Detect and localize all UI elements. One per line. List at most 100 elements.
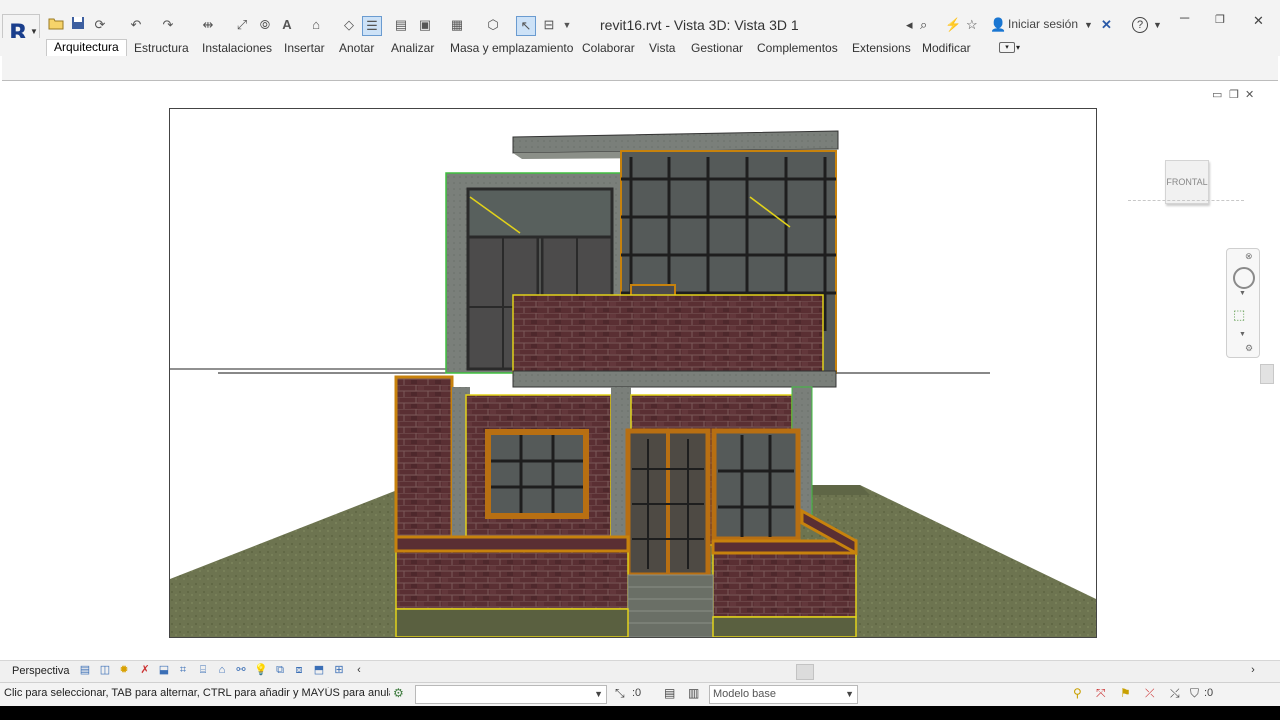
tab-modificar[interactable]: Modificar [922, 41, 971, 55]
customize-icon[interactable]: ▼ [558, 16, 576, 34]
workset-dropdown[interactable]: ▼ [415, 685, 607, 704]
ribbon-panel [2, 56, 1278, 81]
ribbon-toggle-icon[interactable]: ▾ [999, 42, 1015, 53]
star-icon[interactable]: ☆ [966, 17, 978, 33]
chevron-down-icon[interactable]: ▾ [1016, 43, 1020, 52]
chevron-down-icon[interactable]: ▼ [1239, 331, 1246, 338]
tab-vista[interactable]: Vista [649, 41, 675, 55]
navigation-bar: ⊗ ▼ ⬚ ▼ ⚙ [1226, 248, 1260, 358]
temporary-view-properties-icon[interactable]: ⧉ [273, 663, 287, 677]
view-close-button[interactable]: ✕ [1245, 88, 1254, 101]
crop-view-icon[interactable]: ⌗ [176, 663, 190, 677]
drag-elements-icon[interactable]: ⤯ [1170, 686, 1180, 701]
viewcube[interactable]: FRONTAL [1165, 160, 1209, 204]
selection-options-icon[interactable]: ⊟ [540, 16, 558, 34]
close-button[interactable]: ✕ [1253, 13, 1264, 29]
chevron-right-icon[interactable]: › [1246, 663, 1260, 677]
redo-icon[interactable]: ↷ [159, 16, 177, 34]
ribbon-tab-bar [0, 38, 1280, 56]
reveal-hidden-icon[interactable]: 💡 [254, 663, 268, 677]
shadows-icon[interactable]: ✗ [138, 663, 152, 677]
window-tile-icon[interactable]: ▦ [448, 16, 466, 34]
viewcube-compass-ring[interactable] [1128, 200, 1244, 209]
measure-icon[interactable]: ⇹ [199, 16, 217, 34]
exchange-apps-icon[interactable]: ✕ [1101, 17, 1112, 33]
analytical-model-icon[interactable]: ⬒ [312, 663, 326, 677]
filter-count: :0 [1204, 687, 1214, 699]
tab-masa-emplazamiento[interactable]: Masa y emplazamiento [450, 41, 573, 55]
tab-gestionar[interactable]: Gestionar [691, 41, 743, 55]
steering-wheel-icon[interactable] [1233, 267, 1255, 289]
communication-icon[interactable]: ⚡ [945, 17, 961, 33]
tag-icon[interactable]: ⦾ [256, 16, 274, 34]
chevron-down-icon[interactable]: ▼ [1084, 20, 1093, 30]
restore-button[interactable]: ❐ [1215, 13, 1225, 26]
view-minimize-button[interactable]: ▭ [1212, 88, 1222, 101]
filter-icon[interactable]: ⛉ [1190, 686, 1199, 701]
tab-estructura[interactable]: Estructura [134, 41, 189, 55]
tab-analizar[interactable]: Analizar [391, 41, 434, 55]
chevron-down-icon[interactable]: ▼ [1239, 290, 1246, 297]
tab-extensions[interactable]: Extensions [852, 41, 911, 55]
tab-instalaciones[interactable]: Instalaciones [202, 41, 272, 55]
switch-windows-icon[interactable]: ▣ [416, 16, 434, 34]
constraints-icon[interactable]: ⊞ [332, 663, 346, 677]
3d-view-viewport[interactable] [169, 108, 1097, 638]
editable-only-icon[interactable]: ⤡ [615, 686, 625, 701]
help-icon[interactable]: ? [1132, 17, 1148, 33]
chevron-down-icon: ▼ [845, 689, 854, 699]
house-model [170, 130, 1096, 638]
minimize-button[interactable]: ─ [1180, 10, 1189, 25]
chevron-down-icon[interactable]: ▼ [1153, 20, 1162, 30]
text-icon[interactable]: A [278, 16, 296, 34]
shape-icon[interactable]: ⬡ [484, 16, 502, 34]
tab-insertar[interactable]: Insertar [284, 41, 325, 55]
select-by-face-icon[interactable]: ⤫ [1145, 686, 1155, 701]
design-options-icon[interactable]: ▤ [664, 686, 675, 700]
view-mode-label[interactable]: Perspectiva [12, 665, 69, 677]
design-option-value: Modelo base [713, 688, 776, 700]
modify-select-icon[interactable]: ↖ [516, 16, 536, 36]
worksets-icon[interactable]: ⚙ [393, 686, 404, 700]
design-option-dropdown[interactable]: Modelo base ▼ [709, 685, 858, 704]
horizontal-scrollbar-thumb[interactable] [796, 664, 814, 680]
tab-arquitectura[interactable]: Arquitectura [46, 39, 127, 56]
close-icon[interactable]: ⊗ [1245, 251, 1253, 262]
visual-style-icon[interactable]: ◫ [98, 663, 112, 677]
chevron-left-icon[interactable]: ◂ [906, 17, 913, 33]
save-icon[interactable] [69, 16, 87, 34]
sun-path-icon[interactable]: ✹ [117, 663, 131, 677]
lock-3d-view-icon[interactable]: ⌂ [215, 663, 229, 677]
tab-anotar[interactable]: Anotar [339, 41, 374, 55]
temporary-hide-icon[interactable]: ⚯ [234, 663, 248, 677]
tab-colaborar[interactable]: Colaborar [582, 41, 635, 55]
chevron-down-icon: ▼ [30, 27, 38, 36]
open-icon[interactable] [47, 16, 65, 34]
undo-icon[interactable]: ↶ [127, 16, 145, 34]
sync-icon[interactable]: ⟳ [91, 16, 109, 34]
login-link[interactable]: Iniciar sesión [1008, 17, 1078, 31]
close-hidden-icon[interactable]: ▤ [392, 16, 410, 34]
section-icon[interactable]: ◇ [340, 16, 358, 34]
rendering-icon[interactable]: ⬓ [157, 663, 171, 677]
chevron-down-icon: ▼ [594, 689, 603, 699]
user-icon: 👤 [990, 17, 1007, 32]
3d-view-icon[interactable]: ⌂ [307, 16, 325, 34]
vertical-scrollbar-thumb[interactable] [1260, 364, 1274, 384]
select-links-icon[interactable]: ⚲ [1073, 686, 1082, 700]
dimension-icon[interactable]: ⤢ [233, 16, 251, 34]
view-restore-button[interactable]: ❐ [1229, 88, 1239, 101]
view-control-bar [0, 660, 1280, 683]
binoculars-icon[interactable]: ⌕ [920, 17, 927, 33]
tab-complementos[interactable]: Complementos [757, 41, 838, 55]
thin-lines-icon[interactable]: ☰ [362, 16, 382, 36]
show-crop-icon[interactable]: ⌸ [196, 663, 210, 677]
detail-level-icon[interactable]: ▤ [78, 663, 92, 677]
customize-icon[interactable]: ⚙ [1245, 343, 1253, 354]
select-underlay-icon[interactable]: ⤧ [1096, 686, 1106, 701]
main-model-icon[interactable]: ▥ [688, 686, 699, 700]
select-pinned-icon[interactable]: ⚑ [1120, 686, 1131, 700]
chevron-left-icon[interactable]: ‹ [352, 663, 366, 677]
zoom-region-icon[interactable]: ⬚ [1233, 307, 1245, 323]
worksharing-display-icon[interactable]: ⧈ [292, 663, 306, 677]
